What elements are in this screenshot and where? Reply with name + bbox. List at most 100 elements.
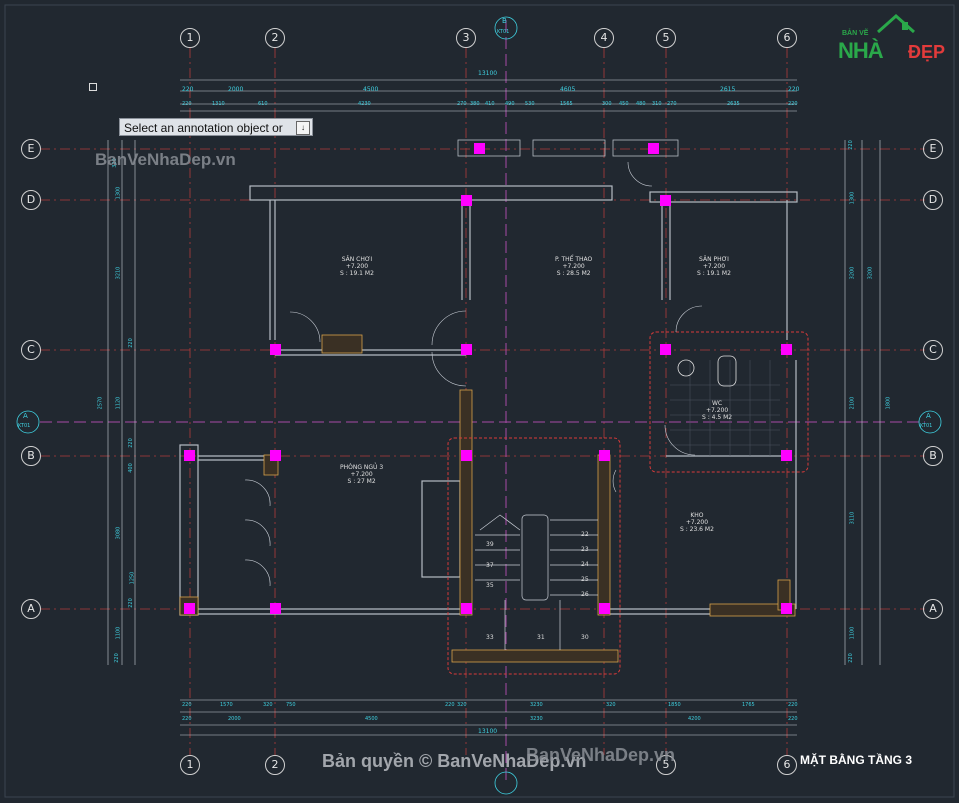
dimension-lines-left	[107, 140, 136, 665]
grid-bubble-left-c: C	[21, 340, 41, 360]
room-name: P. THỂ THAO	[555, 256, 593, 263]
room-area: S : 27 M2	[347, 478, 376, 485]
stair-step-number: 30	[581, 634, 589, 641]
toilet-icon	[717, 355, 737, 387]
download-icon[interactable]: ↓	[296, 121, 310, 135]
grid-bubble-left-d: D	[21, 190, 41, 210]
room-area: S : 19.1 M2	[340, 270, 374, 277]
room-elevation: +7.200	[702, 263, 726, 270]
annotation-tooltip[interactable]: Select an annotation object or ↓	[119, 118, 313, 136]
room-elevation: +7.200	[345, 263, 369, 270]
room-name: WC	[711, 400, 723, 407]
stair-step-number: 24	[581, 561, 589, 568]
dim-right-7: 1100	[849, 626, 856, 640]
dim-bot-r1-7: 320	[606, 702, 616, 708]
grid-bubble-bottom-2: 2	[265, 755, 285, 775]
dim-bot-r2-2: 4500	[365, 716, 378, 722]
grid-bubble-left-a: A	[21, 599, 41, 619]
dim-top-r2-12: 480	[636, 101, 646, 107]
section-marker-right-sheet: KT01	[920, 423, 933, 429]
grid-bubble-bottom-1: 1	[180, 755, 200, 775]
dim-top-r2-13: 310	[652, 101, 662, 107]
room-elevation: +7.200	[562, 263, 585, 270]
stair-step-number: 35	[486, 582, 494, 589]
logo-top-text: BẢN VẼ	[842, 30, 869, 37]
dim-right-5: 3110	[849, 511, 856, 525]
grid-bubble-right-e: E	[923, 139, 943, 159]
watermark-top: BanVeNhaDep.vn	[95, 150, 236, 169]
dim-top-r2-1: 1310	[212, 101, 225, 107]
dim-bot-r1-10: 220	[788, 702, 798, 708]
dim-top-r2-9: 1565	[560, 101, 573, 107]
dim-top-r2-16: 220	[788, 101, 798, 107]
section-marker-left-letter: A	[23, 412, 28, 420]
dim-bot-r1-6: 3230	[530, 702, 543, 708]
grid-bubble-right-c: C	[923, 340, 943, 360]
section-marker-left-sheet: KT01	[18, 423, 31, 429]
grid-bubble-right-a: A	[923, 599, 943, 619]
stair-step-number: 37	[486, 562, 494, 569]
room-tag-phong-ngu: PHÒNG NGỦ 3 +7.200 S : 27 M2	[340, 464, 383, 485]
section-marker-right-letter: A	[926, 412, 931, 420]
dim-left-2: 3210	[115, 266, 122, 280]
room-tag-the-thao: P. THỂ THAO +7.200 S : 28.5 M2	[555, 256, 592, 277]
section-marker-top-letter: B	[502, 17, 507, 25]
stair-step-number: 23	[581, 546, 589, 553]
dim-left-3: 220	[127, 338, 134, 348]
grid-bubble-top-6: 6	[777, 28, 797, 48]
grid-lines-horizontal	[40, 148, 925, 610]
dim-top-r1-0: 220	[182, 86, 194, 93]
dim-top-r2-10: 300	[602, 101, 612, 107]
dim-bot-r1-2: 320	[263, 702, 273, 708]
grid-bubble-left-e: E	[21, 139, 41, 159]
room-area: S : 28.5 M2	[556, 270, 591, 277]
room-name: PHÒNG NGỦ 3	[340, 464, 384, 471]
dim-bot-r1-3: 750	[286, 702, 296, 708]
dim-top-r2-11: 450	[619, 101, 629, 107]
room-name: SÂN CHƠI	[341, 256, 373, 263]
room-tag-kho: KHO +7.200 S : 23.6 M2	[680, 512, 714, 533]
logo-main-text: NHÀ	[838, 38, 884, 63]
dim-bot-r1-0: 220	[182, 702, 192, 708]
balcony-railing	[457, 139, 679, 157]
dim-bot-r2-0: 220	[182, 716, 192, 722]
dim-left-10: 220	[127, 598, 134, 608]
dim-bot-r2-3: 3230	[530, 716, 543, 722]
dim-top-r2-14: 270	[667, 101, 677, 107]
room-area: S : 19.1 M2	[697, 270, 731, 277]
grid-bubble-right-b: B	[923, 446, 943, 466]
room-tag-san-choi: SÂN CHƠI +7.200 S : 19.1 M2	[340, 256, 374, 277]
dim-top-r2-5: 380	[470, 101, 480, 107]
dim-left-6: 220	[127, 438, 134, 448]
dim-top-total: 13100	[478, 70, 498, 77]
watermark-bottom: BanVeNhaDep.vn	[526, 745, 676, 765]
room-tag-wc: WC +7.200 S : 4.5 M2	[702, 400, 732, 421]
dim-top-r1-3: 4605	[560, 86, 576, 93]
grid-bubble-top-5: 5	[656, 28, 676, 48]
dim-bot-r1-4: 220	[445, 702, 455, 708]
grid-bubble-top-3: 3	[456, 28, 476, 48]
dim-right-0: 220	[847, 140, 854, 150]
dim-left-12: 220	[113, 653, 120, 663]
room-area: S : 23.6 M2	[680, 526, 714, 533]
dim-top-r2-7: 490	[505, 101, 515, 107]
dim-top-r1-2: 4500	[363, 86, 379, 93]
grid-bubble-top-2: 2	[265, 28, 285, 48]
room-area: S : 4.5 M2	[702, 414, 733, 421]
sheet-title: MẶT BẰNG TẦNG 3	[800, 753, 912, 767]
tooltip-text: Select an annotation object or	[124, 121, 283, 135]
dim-left-11: 1100	[115, 626, 122, 640]
room-name: KHO	[690, 512, 704, 519]
dim-bot-total: 13100	[478, 728, 498, 735]
logo-accent-text: ĐẸP	[908, 42, 946, 62]
dim-left-5: 1120	[115, 396, 122, 410]
stair-step-number: 39	[486, 541, 494, 548]
grid-bubble-top-1: 1	[180, 28, 200, 48]
dim-right-4: 2100	[849, 396, 856, 410]
dim-top-r1-5: 220	[788, 86, 800, 93]
dim-top-r2-2: 610	[258, 101, 268, 107]
dim-left-7: 400	[127, 463, 134, 473]
room-tag-san-phoi: SÂN PHƠI +7.200 S : 19.1 M2	[697, 256, 731, 277]
dim-top-r2-15: 2635	[727, 101, 740, 107]
dim-left-4: 2570	[97, 396, 104, 410]
